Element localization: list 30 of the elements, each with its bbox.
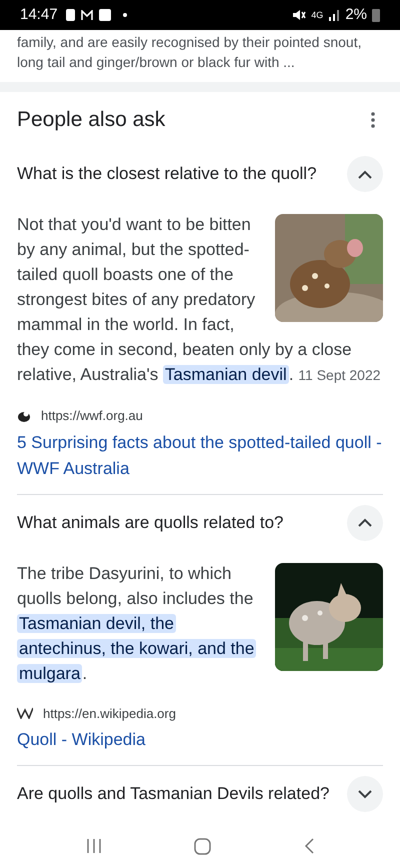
battery-icon [372, 8, 380, 22]
chevron-down-icon [358, 790, 372, 798]
more-vertical-icon [371, 112, 375, 128]
network-label: 4G [311, 10, 324, 20]
mail-icon [80, 10, 93, 20]
question-text[interactable]: Are quolls and Tasmanian Devils related? [17, 781, 330, 807]
chevron-up-icon [358, 170, 372, 178]
home-icon[interactable] [194, 838, 212, 854]
battery-percent: 2% [345, 4, 367, 25]
dot-icon [122, 13, 127, 17]
section-heading: People also ask [17, 107, 166, 134]
expand-toggle-button[interactable] [347, 156, 383, 192]
recent-apps-icon[interactable] [86, 838, 102, 854]
question-text[interactable]: What animals are quolls related to? [17, 510, 284, 536]
chevron-up-icon [358, 518, 372, 527]
expand-toggle-button[interactable] [347, 776, 383, 812]
wikipedia-logo-icon [17, 707, 33, 720]
source-url: https://en.wikipedia.org [43, 704, 176, 723]
snippet-text: long tail and ginger/brown or black fur with ... [17, 53, 296, 72]
mute-icon [292, 8, 306, 22]
result-link[interactable]: Quoll - Wikipedia [17, 727, 383, 753]
question-text[interactable]: What is the closest relative to the quoll? [17, 161, 317, 187]
expand-toggle-button[interactable] [347, 504, 383, 540]
source-url: https://wwf.org.au [41, 407, 143, 425]
back-icon[interactable] [304, 838, 314, 854]
snippet-text: family, and are easily recognised by their pointed snout, [17, 33, 362, 52]
signal-icon [328, 9, 340, 21]
result-link[interactable]: 5 Surprising facts about the spotted-tailed quoll - WWF Australia [17, 430, 383, 482]
answer-paragraph: Not that you'd want to be bitten by any animal, but the spotted-tailed quoll boasts one of the strongest bites of any predatory mammal in the world. In fact, they come in second, beaten only by a close relative, Australia's Tasmanian devil. 11 Sept 2022 [17, 214, 382, 386]
clock: 14:47 [20, 4, 58, 25]
